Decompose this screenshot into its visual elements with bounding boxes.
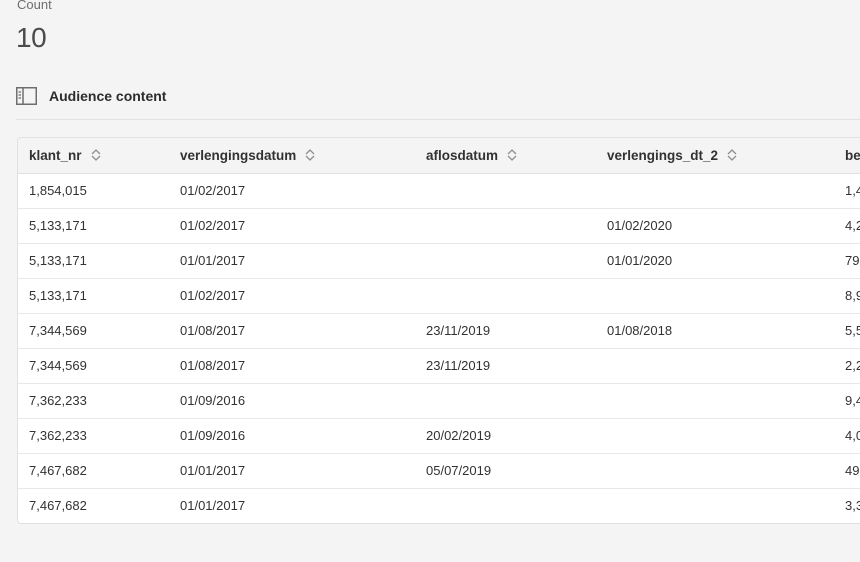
table-cell: 20/02/2019 [415, 418, 596, 454]
table-cell: 01/02/2017 [169, 278, 415, 314]
table-cell: 01/01/2017 [180, 498, 246, 514]
table-cell: 8,9 [834, 278, 860, 314]
table-cell: 01/08/2017 [169, 348, 415, 384]
table-cell: 5,5 [834, 313, 860, 349]
sort-chevrons-icon[interactable] [90, 148, 102, 162]
table-cell: 01/01/2020 [596, 243, 834, 279]
table-cell [415, 208, 596, 244]
table-row[interactable]: 1,854,01501/02/2017 1,4 [18, 173, 860, 209]
table-cell: 7,362,233 [18, 383, 169, 419]
section-title: Audience content [49, 88, 167, 104]
table-cell [415, 488, 596, 523]
table-cell: 01/02/2020 [596, 208, 834, 244]
table-cell [596, 383, 834, 419]
column-header-label: aflosdatum [426, 147, 499, 163]
table-cell: 5,133,171 [18, 208, 169, 244]
table-cell: 01/08/2017 [169, 313, 415, 349]
table-row[interactable]: 5,133,171 01/01/2017 01/01/2020 79 [18, 243, 860, 279]
table-cell: 7,467,682 [18, 453, 169, 489]
audience-content-table: klant_nr verlengingsdatum aflosdatum verlen… [17, 137, 860, 524]
table-cell: 79 [834, 243, 860, 279]
table-cell: 23/11/2019 [415, 348, 596, 384]
table-cell: 01/02/2017 [169, 173, 415, 209]
table-row[interactable]: 7,467,682 01/01/2017 3,3 [18, 488, 860, 523]
table-cell: 7,344,569 [18, 313, 169, 349]
table-row[interactable]: 5,133,17101/02/2017 01/02/20204,2 [18, 208, 860, 244]
table-cell [415, 173, 596, 209]
table-cell: 01/08/2018 [596, 313, 834, 349]
table-cell [415, 243, 596, 279]
column-header-verlengingsdatum[interactable]: verlengingsdatum [169, 138, 415, 174]
table-cell: 05/07/2019 [415, 453, 596, 489]
table-row[interactable]: 7,467,682 01/01/2017 05/07/2019 49 [18, 453, 860, 489]
table-cell [415, 278, 596, 314]
sort-chevrons-icon[interactable] [726, 148, 738, 162]
table-cell: 7,467,682 [29, 498, 87, 514]
table-row[interactable]: 7,344,569 01/08/2017 23/11/2019 01/08/2018 5… [18, 313, 860, 349]
table-cell [596, 488, 834, 523]
column-header-aflosdatum[interactable]: aflosdatum [415, 138, 596, 174]
table-cell: 5,133,171 [18, 243, 169, 279]
count-value: 10 [16, 22, 47, 53]
table-cell: 9,4 [834, 383, 860, 419]
table-cell: 3,3 [845, 498, 860, 514]
sort-chevrons-icon[interactable] [506, 148, 518, 162]
table-row[interactable]: 7,344,56901/08/201723/11/2019 2,2 [18, 348, 860, 384]
table-cell: 1,854,015 [18, 173, 169, 209]
table-cell [415, 383, 596, 419]
column-header-label: verlengings_dt_2 [607, 147, 719, 163]
section-divider [16, 119, 860, 120]
table-cell: 01/09/2016 [169, 383, 415, 419]
column-header-verlengings-dt-2[interactable]: verlengings_dt_2 [596, 138, 834, 174]
table-cell: 01/01/2017 [169, 453, 415, 489]
audience-content-header: Audience content [16, 86, 166, 106]
table-row[interactable]: 7,362,23301/09/201620/02/2019 4,0 [18, 418, 860, 454]
column-header-label: be [845, 147, 860, 163]
table-cell: 5,133,171 [18, 278, 169, 314]
table-panel-icon [16, 87, 37, 105]
table-cell [596, 418, 834, 454]
table-cell [596, 453, 834, 489]
column-header-label: klant_nr [29, 147, 82, 163]
table-cell: 7,362,233 [18, 418, 169, 454]
table-cell: 01/09/2016 [169, 418, 415, 454]
table-row[interactable]: 7,362,23301/09/2016 9,4 [18, 383, 860, 419]
table-cell [596, 173, 834, 209]
table-cell: 01/01/2017 [169, 243, 415, 279]
table-row[interactable]: 5,133,17101/02/2017 8,9 [18, 278, 860, 314]
table-cell: 4,0 [834, 418, 860, 454]
table-cell: 23/11/2019 [415, 313, 596, 349]
table-cell: 1,4 [834, 173, 860, 209]
count-label: Count [17, 0, 52, 12]
table-cell [596, 348, 834, 384]
table-cell: 7,344,569 [18, 348, 169, 384]
table-cell: 4,2 [834, 208, 860, 244]
column-header-be[interactable]: be [834, 138, 860, 174]
table-cell: 49 [834, 453, 860, 489]
table-cell: 01/02/2017 [169, 208, 415, 244]
sort-chevrons-icon[interactable] [304, 148, 316, 162]
table-cell: 2,2 [834, 348, 860, 384]
column-header-klant-nr[interactable]: klant_nr [18, 138, 169, 174]
table-cell [596, 278, 834, 314]
column-header-label: verlengingsdatum [180, 147, 297, 163]
table-header-row: klant_nr verlengingsdatum aflosdatum verlen… [18, 138, 860, 174]
